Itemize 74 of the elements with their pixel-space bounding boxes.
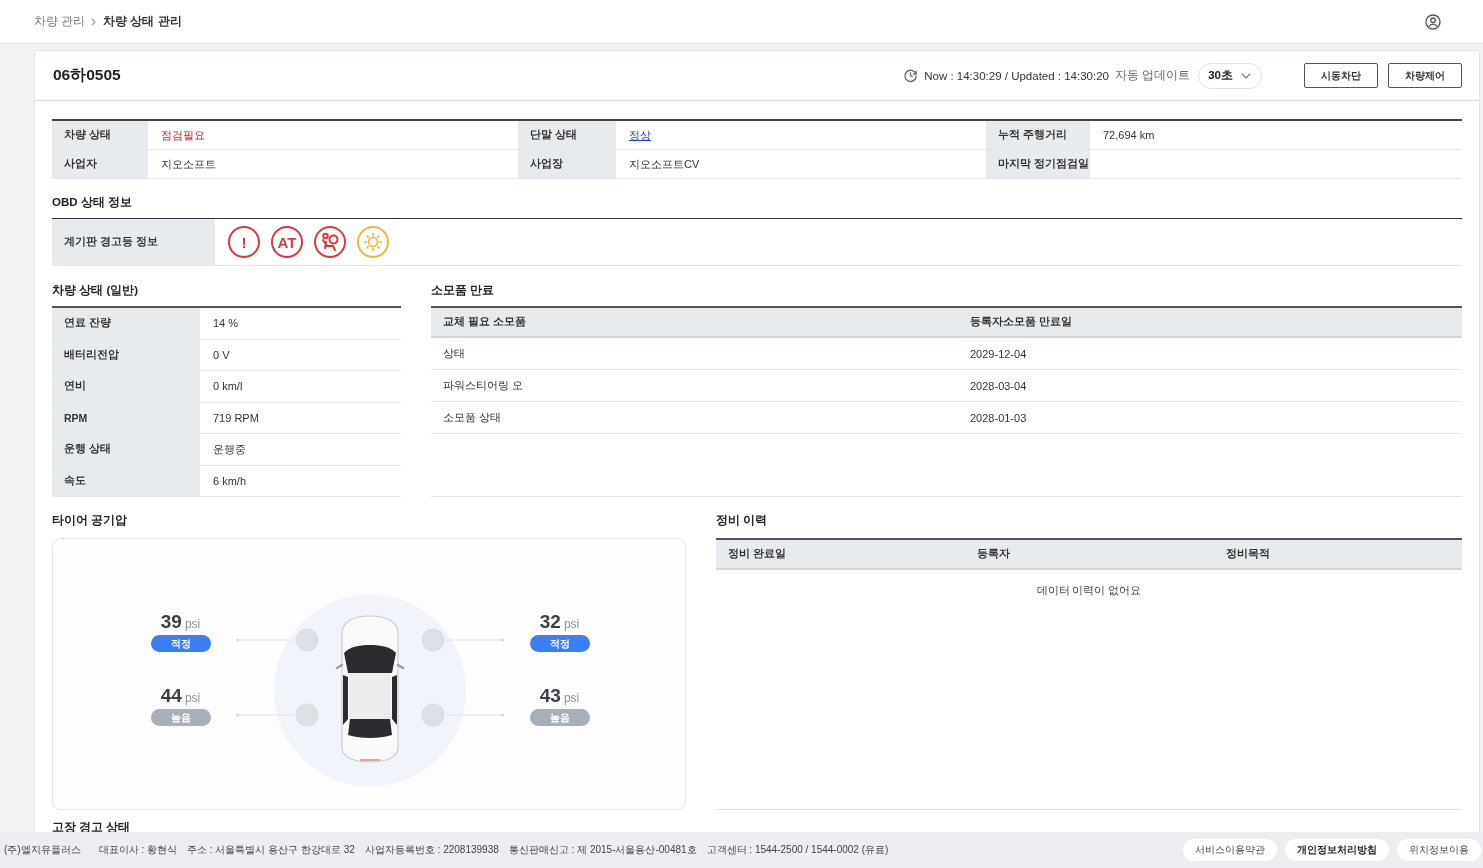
- status-badge: 높음: [150, 709, 211, 726]
- footer-info: (주)엘지유플러스: [4, 843, 81, 857]
- tire-marker: [421, 628, 445, 652]
- warning-light: AT: [271, 226, 303, 258]
- footer-info: 주소 : 서울특별시 용산구 한강대로 32: [187, 843, 355, 857]
- field-label: 속도: [52, 465, 200, 497]
- action-button[interactable]: 시동차단: [1304, 63, 1378, 88]
- field-label: 연비: [52, 371, 200, 403]
- field-value: 6 km/h: [213, 474, 246, 487]
- footer-info: 사업자등록번호 : 2208139938: [364, 843, 499, 857]
- field-value: 점검필요: [161, 127, 205, 143]
- section-title: 소모품 만료: [431, 282, 496, 298]
- field-label: RPM: [52, 402, 200, 434]
- section-title: 정비 이력: [716, 512, 769, 528]
- field-label: 연료 잔량: [52, 308, 200, 340]
- action-button[interactable]: 차량제어: [1388, 63, 1462, 88]
- table-cell: 상태: [431, 338, 958, 370]
- pressure-reading: 39 psi: [160, 611, 201, 632]
- field-label: 배터리전압: [52, 339, 200, 371]
- status-link[interactable]: 정상: [629, 127, 651, 143]
- field-value: 0 km/l: [213, 380, 243, 393]
- warning-light: !: [228, 226, 260, 258]
- field-value: 지오소프트CV: [629, 156, 700, 172]
- field-label: 차량 상태: [52, 121, 148, 150]
- user-icon[interactable]: [1425, 13, 1441, 30]
- section-title: OBD 상태 정보: [52, 194, 133, 210]
- footer-link[interactable]: 서비스이용약관: [1183, 839, 1277, 861]
- footer-info: 대표이사 : 황현식: [98, 843, 177, 857]
- field-label: 누적 주행거리: [986, 121, 1090, 150]
- table-cell: 소모품 상태: [431, 402, 958, 434]
- breadcrumb-item[interactable]: 차량 관리: [34, 14, 86, 29]
- clock-icon: [903, 68, 919, 83]
- pressure-reading: 43 psi: [539, 685, 580, 706]
- footer-link[interactable]: 개인정보처리방침: [1285, 839, 1389, 861]
- column-header: 교체 필요 소모품: [431, 308, 958, 338]
- field-value: 운행중: [213, 441, 246, 457]
- column-header: 정비 완료일: [716, 540, 965, 570]
- footer-link[interactable]: 위치정보이용: [1397, 839, 1481, 861]
- pressure-reading: 44 psi: [160, 685, 201, 706]
- auto-update-label: 자동 업데이트: [1115, 68, 1191, 83]
- field-label: 사업자: [52, 150, 148, 179]
- status-badge: 높음: [529, 709, 590, 726]
- section-title: 차량 상태 (일반): [52, 282, 140, 298]
- column-header: 등록자소모품 만료일: [958, 308, 1462, 338]
- update-time: Now : 14:30:29 / Updated : 14:30:20: [924, 69, 1109, 82]
- table-cell: 파워스티어링 오: [431, 370, 958, 402]
- field-label: 마지막 정기점검일: [986, 150, 1090, 179]
- table-cell: 2029-12-04: [958, 338, 1462, 370]
- footer-info: 통신판매신고 : 제 2015-서울용산-00481호: [508, 843, 697, 857]
- field-value: 0 V: [213, 348, 230, 361]
- section-title: 타이어 공기압: [52, 512, 129, 528]
- table-cell: 2028-01-03: [958, 402, 1462, 434]
- field-value: 지오소프트: [161, 156, 216, 172]
- empty-message: 데이터 이력이 없어요: [1035, 584, 1143, 598]
- field-value: 719 RPM: [213, 411, 259, 424]
- footer-info: 고객센터 : 1544-2500 / 1544-0002 (유료): [706, 843, 889, 857]
- column-header: 정비목적: [1214, 540, 1462, 570]
- field-value: 72,694 km: [1103, 129, 1155, 141]
- interval-dropdown[interactable]: 30초: [1198, 62, 1262, 89]
- column-header: 등록자: [965, 540, 1214, 570]
- field-label: 운행 상태: [52, 434, 200, 466]
- status-badge: 적정: [150, 635, 211, 652]
- vehicle-plate: 06하0505: [53, 65, 122, 85]
- field-value: 14 %: [213, 317, 239, 330]
- field-label: 계기판 경고등 정보: [52, 219, 215, 265]
- chevron-down-icon: [1241, 72, 1251, 79]
- field-label: 사업장: [518, 150, 616, 179]
- breadcrumb-item[interactable]: 차량 상태 관리: [103, 14, 182, 29]
- status-badge: 적정: [529, 635, 590, 652]
- pressure-reading: 32 psi: [539, 611, 580, 632]
- table-cell: 2028-03-04: [958, 370, 1462, 402]
- field-label: 단말 상태: [518, 121, 616, 150]
- chevron-icon: [91, 17, 98, 26]
- tire-marker: [295, 628, 319, 652]
